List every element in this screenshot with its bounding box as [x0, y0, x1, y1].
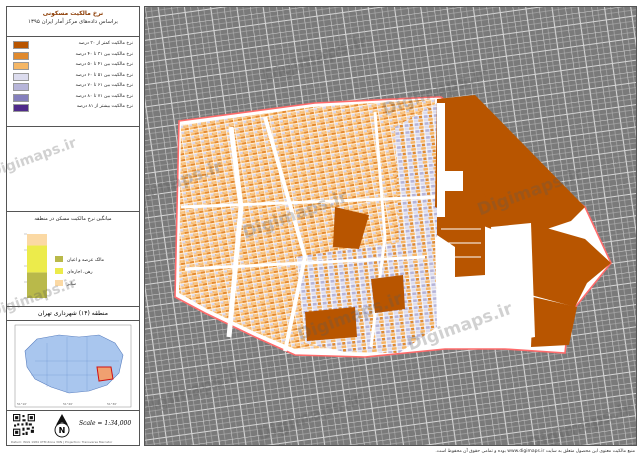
residential-parcels-center	[395, 103, 437, 247]
chart-svg: مالک عرصه و اعیان رهن، اجاره‌ای سایر	[24, 233, 105, 299]
chart-legend-swatch	[55, 280, 63, 286]
projection-credit: Datum: WGS 1984 UTM Zone 39N | Projectio…	[11, 440, 113, 444]
qr-code-icon	[13, 414, 35, 436]
legend-swatch	[13, 41, 29, 49]
map-canvas[interactable]	[145, 7, 637, 446]
legend-swatch	[13, 62, 29, 70]
map-footer-block: N Scale = 1:34,000 Datum: WGS 1984 UTM Z…	[7, 411, 139, 447]
legend-swatch	[13, 83, 29, 91]
legend-label: نرخ مالکیت بین ۴۱ تا ۵۰ درصد	[75, 62, 133, 67]
legend-item: نرخ مالکیت بیشتر از ۸۱ درصد	[11, 103, 135, 114]
svg-text:51°20': 51°20'	[63, 402, 73, 406]
chart-legend-label: رهن، اجاره‌ای	[67, 270, 93, 275]
map-title-block: نرخ مالکیت مسکونی براساس داده‌های مرکز آ…	[7, 7, 139, 37]
legend-item: نرخ مالکیت بین ۴۱ تا ۵۰ درصد	[11, 61, 135, 72]
map-view[interactable]: Digimaps.ir Digimaps.ir Digimaps.ir Digi…	[144, 6, 637, 446]
svg-text:N: N	[59, 426, 66, 435]
chart-bar-segment	[27, 272, 47, 298]
ownership-legend: نرخ مالکیت کمتر از ۳۰ درصد نرخ مالکیت بین…	[7, 37, 139, 127]
legend-swatch	[13, 51, 29, 60]
svg-text:51°30': 51°30'	[107, 402, 117, 406]
legend-item: نرخ مالکیت بین ۷۱ تا ۸۰ درصد	[11, 93, 135, 104]
parcel-south	[305, 307, 357, 341]
chart-legend-swatch	[55, 268, 63, 274]
legend-panel: نرخ مالکیت مسکونی براساس داده‌های مرکز آ…	[6, 6, 140, 446]
location-minimap: 51°10' 51°20' 51°30'	[7, 321, 139, 411]
legend-spacer	[7, 127, 139, 212]
map-title: نرخ مالکیت مسکونی	[42, 10, 104, 17]
minimap-svg: 51°10' 51°20' 51°30'	[14, 324, 132, 408]
legend-label: نرخ مالکیت بیشتر از ۸۱ درصد	[76, 104, 133, 109]
legend-label: نرخ مالکیت بین ۵۱ تا ۶۰ درصد	[75, 72, 133, 78]
svg-text:51°10': 51°10'	[17, 402, 27, 406]
ownership-chart: میانگین نرخ مالکیت مسکن در منطقه مالک عر…	[7, 212, 139, 307]
chart-legend-label: سایر	[66, 282, 76, 287]
legend-label: نرخ مالکیت کمتر از ۳۰ درصد	[78, 41, 133, 46]
region-label: منطقه (۱۴) شهرداری تهران	[7, 307, 139, 321]
legend-item: نرخ مالکیت کمتر از ۳۰ درصد	[11, 40, 135, 51]
legend-item: نرخ مالکیت بین ۳۱ تا ۴۰ درصد	[11, 51, 135, 62]
chart-legend-swatch	[55, 256, 63, 262]
copyright-footer: منبع مالکیت معنوی این محصول متعلق به سای…	[435, 449, 635, 454]
legend-label: نرخ مالکیت بین ۳۱ تا ۴۰ درصد	[75, 51, 133, 57]
map-subtitle: براساس داده‌های مرکز آمار ایران ۱۳۹۵	[28, 19, 118, 25]
parcel-south-center	[371, 275, 405, 313]
legend-label: نرخ مالکیت بین ۷۱ تا ۸۰ درصد	[75, 93, 133, 99]
chart-legend-label: مالک عرصه و اعیان	[67, 257, 105, 263]
chart-bar-segment	[27, 245, 47, 273]
legend-swatch	[13, 93, 29, 102]
chart-bar-segment	[27, 234, 47, 246]
legend-item: نرخ مالکیت بین ۵۱ تا ۶۰ درصد	[11, 72, 135, 83]
legend-item: نرخ مالکیت بین ۶۱ تا ۷۰ درصد	[11, 82, 135, 93]
region-14-highlight	[96, 366, 114, 382]
scale-label: Scale = 1:34,000	[79, 420, 132, 427]
chart-title: میانگین نرخ مالکیت مسکن در منطقه	[34, 216, 112, 222]
legend-swatch	[13, 104, 29, 112]
legend-label: نرخ مالکیت بین ۶۱ تا ۷۰ درصد	[75, 83, 133, 88]
large-parcel-east-2	[455, 225, 485, 277]
legend-swatch	[13, 72, 29, 81]
north-arrow-icon: N	[54, 414, 70, 438]
